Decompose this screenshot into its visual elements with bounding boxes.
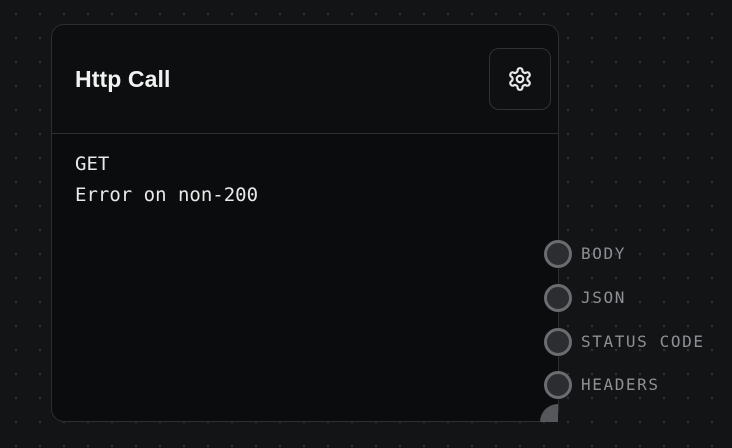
- error-mode-text: Error on non-200: [75, 184, 259, 206]
- http-method-text: GET: [75, 153, 110, 175]
- port-body-label: BODY: [581, 244, 626, 263]
- node-header: Http Call: [52, 25, 558, 134]
- node-title: Http Call: [75, 66, 171, 92]
- port-headers-label: HEADERS: [581, 375, 660, 394]
- port-headers-handle[interactable]: [544, 371, 572, 399]
- port-body-handle[interactable]: [544, 240, 572, 268]
- port-status-code: STATUS CODE: [544, 326, 732, 358]
- port-json-label: JSON: [581, 288, 626, 307]
- http-call-node[interactable]: Http Call GET Error on non-200: [51, 24, 559, 422]
- port-status-code-label: STATUS CODE: [581, 332, 705, 351]
- port-json: JSON: [544, 282, 732, 314]
- port-body: BODY: [544, 238, 732, 270]
- resize-handle[interactable]: [540, 404, 558, 422]
- node-body: GET Error on non-200: [75, 149, 538, 211]
- flow-canvas[interactable]: Http Call GET Error on non-200 BODY JSON…: [0, 0, 732, 448]
- port-json-handle[interactable]: [544, 284, 572, 312]
- gear-icon: [509, 67, 531, 91]
- port-status-code-handle[interactable]: [544, 328, 572, 356]
- settings-button[interactable]: [489, 48, 551, 110]
- port-headers: HEADERS: [544, 369, 732, 401]
